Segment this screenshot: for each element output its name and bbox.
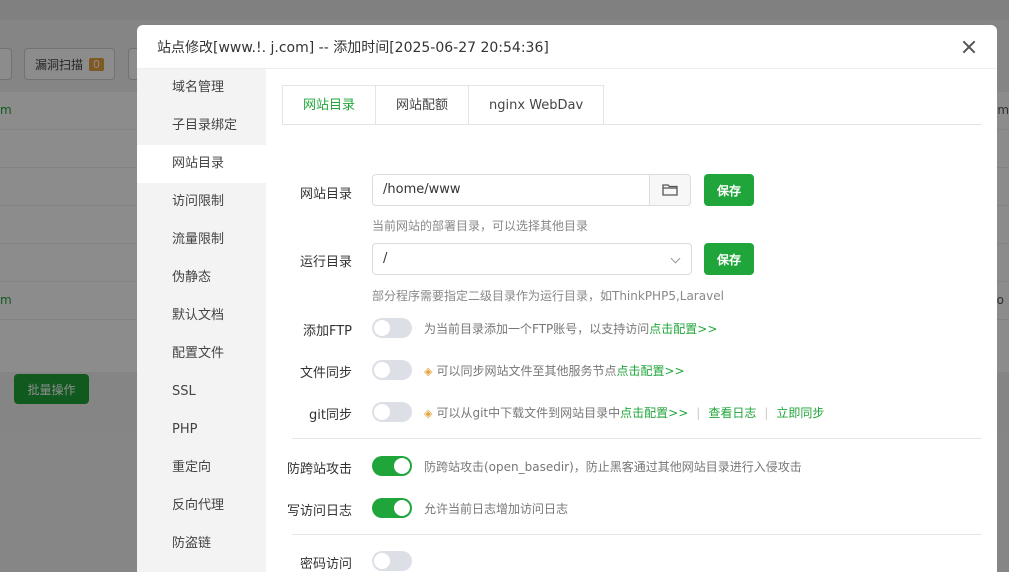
ftp-config-link[interactable]: 点击配置>> xyxy=(649,322,717,336)
anti-cross-toggle[interactable] xyxy=(372,456,412,476)
file-sync-desc-text: 可以同步网站文件至其他服务节点 xyxy=(436,364,617,378)
tabs-divider xyxy=(282,124,982,125)
toggle-knob xyxy=(394,500,410,516)
password-access-label: 密码访问 xyxy=(299,557,352,572)
sidebar-item-access-limit[interactable]: 访问限制 xyxy=(137,183,266,221)
tab-site-quota[interactable]: 网站配额 xyxy=(375,85,470,125)
modal-header: 站点修改[www.!. j.com] -- 添加时间[2025-06-27 20… xyxy=(137,25,997,69)
git-sync-label: git同步 xyxy=(309,408,352,423)
site-dir-hint: 当前网站的部署目录，可以选择其他目录 xyxy=(372,219,589,233)
sidebar-item-traffic-limit[interactable]: 流量限制 xyxy=(137,221,266,259)
ftp-toggle[interactable] xyxy=(372,318,412,338)
sidebar-item-php[interactable]: PHP xyxy=(137,411,266,449)
password-access-toggle[interactable] xyxy=(372,551,412,571)
sidebar-item-redirect[interactable]: 重定向 xyxy=(137,449,266,487)
ftp-desc-text: 为当前目录添加一个FTP账号，以支持访问 xyxy=(424,322,650,336)
git-sync-desc-text: 可以从git中下载文件到网站目录中 xyxy=(436,406,621,420)
file-sync-config-link[interactable]: 点击配置>> xyxy=(616,364,684,378)
git-sync-toggle[interactable] xyxy=(372,402,412,422)
sidebar-item-hotlink[interactable]: 防盗链 xyxy=(137,525,266,563)
chevron-down-icon xyxy=(670,253,681,264)
file-sync-toggle[interactable] xyxy=(372,360,412,380)
site-edit-modal: 站点修改[www.!. j.com] -- 添加时间[2025-06-27 20… xyxy=(137,25,997,572)
view-log-link[interactable]: 查看日志 xyxy=(708,406,756,420)
toggle-knob xyxy=(374,320,390,336)
tab-site-dir[interactable]: 网站目录 xyxy=(282,85,377,125)
toggle-knob xyxy=(374,362,390,378)
anti-cross-desc: 防跨站攻击(open_basedir)，防止黑客通过其他网站目录进行入侵攻击 xyxy=(424,460,802,474)
toggle-knob xyxy=(374,404,390,420)
sidebar-item-rewrite[interactable]: 伪静态 xyxy=(137,259,266,297)
modal-sidebar: 域名管理 子目录绑定 网站目录 访问限制 流量限制 伪静态 默认文档 配置文件 … xyxy=(137,69,266,572)
separator: | xyxy=(696,406,701,420)
access-log-label: 写访问日志 xyxy=(286,504,352,519)
folder-button[interactable] xyxy=(649,174,691,206)
run-dir-value: / xyxy=(383,251,388,266)
section-divider xyxy=(292,438,982,439)
section-divider xyxy=(292,534,982,535)
save-site-dir-button[interactable]: 保存 xyxy=(704,174,754,206)
sidebar-item-reverse-proxy[interactable]: 反向代理 xyxy=(137,487,266,525)
file-sync-desc: ◈ 可以同步网站文件至其他服务节点点击配置>> xyxy=(424,362,685,379)
modal-content: 网站目录 网站配额 nginx WebDav 网站目录 /home/www 保存… xyxy=(266,69,997,572)
close-icon[interactable] xyxy=(959,37,979,57)
toggle-knob xyxy=(374,553,390,569)
file-sync-label: 文件同步 xyxy=(299,366,352,381)
sidebar-item-config-file[interactable]: 配置文件 xyxy=(137,335,266,373)
git-sync-desc: ◈ 可以从git中下载文件到网站目录中点击配置>> | 查看日志 | 立即同步 xyxy=(424,404,824,421)
sidebar-item-site-dir[interactable]: 网站目录 xyxy=(137,145,266,183)
access-log-toggle[interactable] xyxy=(372,498,412,518)
folder-icon xyxy=(662,184,678,196)
save-run-dir-button[interactable]: 保存 xyxy=(704,243,754,275)
site-dir-input[interactable]: /home/www xyxy=(372,174,652,206)
sync-now-link[interactable]: 立即同步 xyxy=(776,406,824,420)
site-dir-label: 网站目录 xyxy=(299,187,352,202)
eye-icon: ◈ xyxy=(424,365,433,378)
sidebar-item-default-doc[interactable]: 默认文档 xyxy=(137,297,266,335)
run-dir-select[interactable]: / xyxy=(372,243,692,275)
content-tabs: 网站目录 网站配额 nginx WebDav xyxy=(282,85,605,125)
ftp-desc: 为当前目录添加一个FTP账号，以支持访问点击配置>> xyxy=(424,320,717,337)
access-log-desc: 允许当前日志增加访问日志 xyxy=(424,502,569,516)
separator: | xyxy=(764,406,769,420)
run-dir-label: 运行目录 xyxy=(299,255,352,270)
sidebar-item-domain[interactable]: 域名管理 xyxy=(137,69,266,107)
run-dir-hint: 部分程序需要指定二级目录作为运行目录，如ThinkPHP5,Laravel xyxy=(372,289,724,303)
git-sync-config-link[interactable]: 点击配置>> xyxy=(620,406,688,420)
eye-icon: ◈ xyxy=(424,407,433,420)
sidebar-item-subdir-binding[interactable]: 子目录绑定 xyxy=(137,107,266,145)
tab-nginx-webdav[interactable]: nginx WebDav xyxy=(468,85,605,125)
toggle-knob xyxy=(394,458,410,474)
modal-title: 站点修改[www.!. j.com] -- 添加时间[2025-06-27 20… xyxy=(157,39,549,56)
sidebar-item-ssl[interactable]: SSL xyxy=(137,373,266,411)
ftp-label: 添加FTP xyxy=(302,324,352,339)
anti-cross-label: 防跨站攻击 xyxy=(286,462,352,477)
